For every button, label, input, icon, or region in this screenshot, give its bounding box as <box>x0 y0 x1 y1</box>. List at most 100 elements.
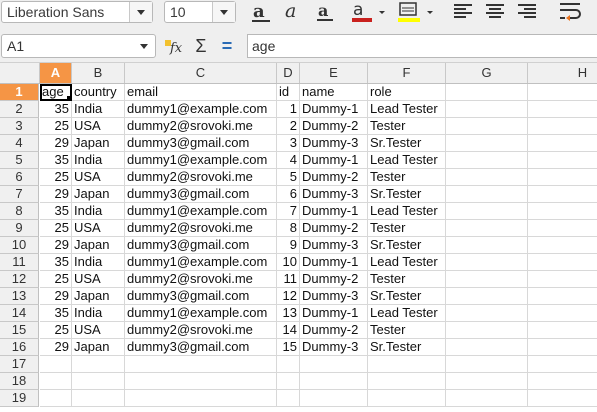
row-header-14[interactable]: 14 <box>0 305 39 322</box>
cell-e13[interactable]: Dummy-3 <box>300 288 368 305</box>
cell-c3[interactable]: dummy2@srovoki.me <box>125 118 277 135</box>
chevron-down-icon[interactable] <box>129 2 152 22</box>
cell-c11[interactable]: dummy1@example.com <box>125 254 277 271</box>
cell-b7[interactable]: Japan <box>72 186 125 203</box>
cell-b1[interactable]: country <box>72 84 125 101</box>
cell-c7[interactable]: dummy3@gmail.com <box>125 186 277 203</box>
chevron-down-icon[interactable] <box>133 35 155 57</box>
column-header-g[interactable]: G <box>446 63 528 83</box>
cell-a9[interactable]: 25 <box>40 220 72 237</box>
cell-a10[interactable]: 29 <box>40 237 72 254</box>
cell-f4[interactable]: Sr.Tester <box>368 135 446 152</box>
cell-d10[interactable]: 9 <box>277 237 300 254</box>
cell-a18[interactable] <box>40 373 72 390</box>
formula-input[interactable]: age <box>247 34 597 58</box>
cell-a17[interactable] <box>40 356 72 373</box>
cell-e6[interactable]: Dummy-2 <box>300 169 368 186</box>
cell-h12[interactable] <box>528 271 597 288</box>
cell-e11[interactable]: Dummy-1 <box>300 254 368 271</box>
column-header-d[interactable]: D <box>277 63 300 83</box>
cell-g1[interactable] <box>446 84 528 101</box>
cell-f7[interactable]: Sr.Tester <box>368 186 446 203</box>
cell-c18[interactable] <box>125 373 277 390</box>
cell-h6[interactable] <box>528 169 597 186</box>
row-header-3[interactable]: 3 <box>0 118 39 135</box>
cell-h2[interactable] <box>528 101 597 118</box>
cell-g14[interactable] <box>446 305 528 322</box>
cell-e16[interactable]: Dummy-3 <box>300 339 368 356</box>
cell-a16[interactable]: 29 <box>40 339 72 356</box>
align-right-icon[interactable] <box>514 0 540 24</box>
cell-g9[interactable] <box>446 220 528 237</box>
cell-g16[interactable] <box>446 339 528 356</box>
cell-h3[interactable] <box>528 118 597 135</box>
chevron-down-icon[interactable] <box>212 2 235 22</box>
cell-f1[interactable]: role <box>368 84 446 101</box>
row-header-11[interactable]: 11 <box>0 254 39 271</box>
cell-g11[interactable] <box>446 254 528 271</box>
cell-h17[interactable] <box>528 356 597 373</box>
cell-c2[interactable]: dummy1@example.com <box>125 101 277 118</box>
cell-a13[interactable]: 29 <box>40 288 72 305</box>
cell-e2[interactable]: Dummy-1 <box>300 101 368 118</box>
cell-f14[interactable]: Lead Tester <box>368 305 446 322</box>
formula-equals-icon[interactable]: = <box>216 35 238 57</box>
underline-a-icon[interactable]: a <box>312 0 338 24</box>
wrap-text-icon[interactable] <box>556 0 586 24</box>
cell-b11[interactable]: India <box>72 254 125 271</box>
cell-h11[interactable] <box>528 254 597 271</box>
cell-d14[interactable]: 13 <box>277 305 300 322</box>
cell-h1[interactable] <box>528 84 597 101</box>
cell-f16[interactable]: Sr.Tester <box>368 339 446 356</box>
cell-c14[interactable]: dummy1@example.com <box>125 305 277 322</box>
cell-c12[interactable]: dummy2@srovoki.me <box>125 271 277 288</box>
row-header-7[interactable]: 7 <box>0 186 39 203</box>
cell-d2[interactable]: 1 <box>277 101 300 118</box>
cell-g5[interactable] <box>446 152 528 169</box>
row-header-1[interactable]: 1 <box>0 84 39 101</box>
cell-d4[interactable]: 3 <box>277 135 300 152</box>
cell-a14[interactable]: 35 <box>40 305 72 322</box>
cell-c8[interactable]: dummy1@example.com <box>125 203 277 220</box>
cell-a15[interactable]: 25 <box>40 322 72 339</box>
cell-g3[interactable] <box>446 118 528 135</box>
cell-d12[interactable]: 11 <box>277 271 300 288</box>
cell-a7[interactable]: 29 <box>40 186 72 203</box>
cell-f12[interactable]: Tester <box>368 271 446 288</box>
cell-e5[interactable]: Dummy-1 <box>300 152 368 169</box>
row-header-10[interactable]: 10 <box>0 237 39 254</box>
cell-g10[interactable] <box>446 237 528 254</box>
function-wizard-icon[interactable]: fx <box>164 36 186 58</box>
cell-d18[interactable] <box>277 373 300 390</box>
cell-c4[interactable]: dummy3@gmail.com <box>125 135 277 152</box>
font-name-combo[interactable]: Liberation Sans <box>1 1 153 23</box>
sum-icon[interactable]: Σ <box>190 35 212 57</box>
cell-d9[interactable]: 8 <box>277 220 300 237</box>
cell-e4[interactable]: Dummy-3 <box>300 135 368 152</box>
cell-e9[interactable]: Dummy-2 <box>300 220 368 237</box>
cell-f11[interactable]: Lead Tester <box>368 254 446 271</box>
cell-f8[interactable]: Lead Tester <box>368 203 446 220</box>
cell-c16[interactable]: dummy3@gmail.com <box>125 339 277 356</box>
cell-g4[interactable] <box>446 135 528 152</box>
cell-g12[interactable] <box>446 271 528 288</box>
cell-f9[interactable]: Tester <box>368 220 446 237</box>
cell-g6[interactable] <box>446 169 528 186</box>
cell-d7[interactable]: 6 <box>277 186 300 203</box>
row-header-8[interactable]: 8 <box>0 203 39 220</box>
cell-h13[interactable] <box>528 288 597 305</box>
cell-b14[interactable]: India <box>72 305 125 322</box>
cell-d3[interactable]: 2 <box>277 118 300 135</box>
cell-b10[interactable]: Japan <box>72 237 125 254</box>
cell-b3[interactable]: USA <box>72 118 125 135</box>
cell-h16[interactable] <box>528 339 597 356</box>
cell-g2[interactable] <box>446 101 528 118</box>
cell-g15[interactable] <box>446 322 528 339</box>
row-header-18[interactable]: 18 <box>0 373 39 390</box>
column-header-a[interactable]: A <box>40 63 72 83</box>
cell-d5[interactable]: 4 <box>277 152 300 169</box>
cell-f3[interactable]: Tester <box>368 118 446 135</box>
row-header-9[interactable]: 9 <box>0 220 39 237</box>
font-color-icon[interactable]: a <box>350 0 388 24</box>
cell-a11[interactable]: 35 <box>40 254 72 271</box>
